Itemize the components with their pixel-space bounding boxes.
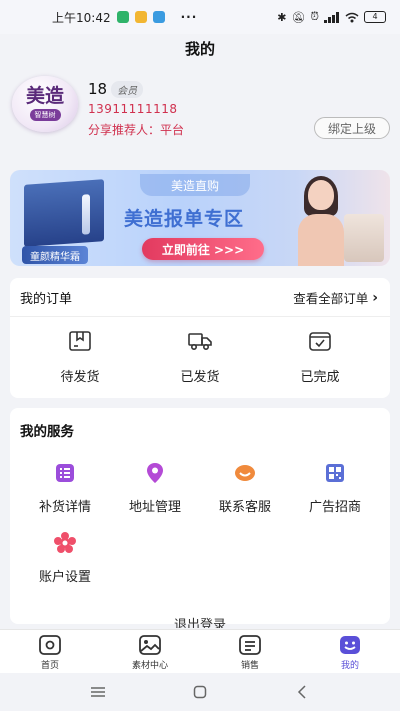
user-name-text: 18 xyxy=(88,80,108,98)
menu-icon[interactable] xyxy=(86,682,110,702)
promo-banner[interactable]: 美造直购 童颜精华霜 美造报单专区 立即前往 >>> xyxy=(10,170,390,266)
battery-icon: 4 xyxy=(364,11,386,23)
avatar[interactable]: 美造 智慧树 xyxy=(12,76,78,132)
user-name: 18 会员 xyxy=(88,80,144,98)
document-icon xyxy=(239,635,261,655)
avatar-logo-text: 美造 xyxy=(25,85,64,107)
smile-icon xyxy=(340,636,360,654)
service-ad-recruitment[interactable]: 广告招商 xyxy=(287,462,383,515)
page-title: 我的 xyxy=(184,40,215,58)
tab-sales[interactable]: 销售 xyxy=(200,630,300,673)
referrer-text: 分享推荐人：平台 xyxy=(88,123,185,137)
location-pin-icon xyxy=(144,462,166,484)
orders-header: 我的订单 查看全部订单 › xyxy=(20,288,378,308)
message-notification-icon xyxy=(134,11,147,23)
tab-home[interactable]: 首页 xyxy=(0,630,100,673)
tab-label: 我的 xyxy=(340,661,359,671)
model-image xyxy=(296,176,346,266)
service-label: 广告招商 xyxy=(308,500,361,515)
order-item-label: 已发货 xyxy=(180,370,220,385)
order-completed[interactable]: 已完成 xyxy=(265,330,375,385)
more-notifications-icon: ··· xyxy=(180,10,198,24)
banner-headline: 美造报单专区 xyxy=(124,208,245,230)
gift-box-image xyxy=(344,214,384,262)
banner-product-label: 童颜精华霜 xyxy=(22,246,88,264)
tab-label: 素材中心 xyxy=(131,661,168,671)
tab-mine[interactable]: 我的 xyxy=(300,630,400,673)
check-box-icon xyxy=(309,332,331,351)
services-card: 我的服务 补货详情 地址管理 联系客服 广告招商 账户设置 xyxy=(10,408,390,624)
banner-tag: 美造直购 xyxy=(140,174,250,196)
status-icons: ✱ 🔕︎ ⏰︎ 4 xyxy=(277,10,386,24)
view-all-orders-link[interactable]: 查看全部订单 › xyxy=(293,288,378,307)
tab-label: 销售 xyxy=(240,661,259,671)
service-label: 联系客服 xyxy=(218,500,271,515)
customer-service-icon xyxy=(234,462,256,484)
status-bar: 上午10:42 ··· ✱ 🔕︎ ⏰︎ 4 xyxy=(0,0,400,34)
home-square-icon[interactable] xyxy=(188,682,212,702)
image-icon xyxy=(139,635,161,655)
status-time: 上午10:42 xyxy=(52,10,111,25)
service-address-management[interactable]: 地址管理 xyxy=(107,462,203,515)
app-notification-icon xyxy=(152,11,165,23)
logout-button[interactable]: 退出登录 xyxy=(0,614,400,628)
signal-icon xyxy=(324,11,339,23)
divider xyxy=(10,316,390,317)
order-shipped[interactable]: 已发货 xyxy=(145,330,255,385)
order-pending-shipment[interactable]: 待发货 xyxy=(25,330,135,385)
service-account-settings[interactable]: 账户设置 xyxy=(17,532,113,585)
list-icon xyxy=(54,462,76,484)
wechat-notification-icon xyxy=(116,11,129,23)
service-label: 地址管理 xyxy=(128,500,181,515)
system-nav-bar xyxy=(0,673,400,711)
user-phone: 13911111118 xyxy=(88,102,178,116)
wifi-icon xyxy=(345,12,359,22)
qr-code-icon xyxy=(324,462,346,484)
back-icon[interactable] xyxy=(290,682,314,702)
bottom-tab-bar: 首页 素材中心 销售 我的 xyxy=(0,629,400,673)
settings-flower-icon xyxy=(54,532,76,554)
mute-icon: 🔕︎ xyxy=(291,10,306,24)
home-icon xyxy=(39,635,61,655)
product-box-image xyxy=(24,179,104,247)
orders-title: 我的订单 xyxy=(20,292,73,307)
avatar-logo-subtitle: 智慧树 xyxy=(29,109,61,121)
service-label: 账户设置 xyxy=(38,570,91,585)
tab-material-center[interactable]: 素材中心 xyxy=(100,630,200,673)
package-icon xyxy=(69,331,91,351)
view-all-orders-label: 查看全部订单 xyxy=(293,291,369,306)
order-item-label: 待发货 xyxy=(60,370,100,385)
service-label: 补货详情 xyxy=(38,500,91,515)
bind-superior-button[interactable]: 绑定上级 xyxy=(314,117,390,139)
alarm-icon: ⏰︎ xyxy=(310,10,319,23)
banner-go-now-button[interactable]: 立即前往 >>> xyxy=(142,238,264,260)
bluetooth-icon: ✱ xyxy=(277,10,287,24)
order-item-label: 已完成 xyxy=(300,370,340,385)
tab-label: 首页 xyxy=(40,661,59,671)
chevron-right-icon: › xyxy=(372,289,378,306)
services-title: 我的服务 xyxy=(20,424,74,440)
service-contact-support[interactable]: 联系客服 xyxy=(197,462,293,515)
member-badge: 会员 xyxy=(111,80,144,98)
truck-icon xyxy=(188,333,212,351)
orders-card: 我的订单 查看全部订单 › 待发货 已发货 已完成 xyxy=(10,278,390,398)
service-restock-details[interactable]: 补货详情 xyxy=(17,462,113,515)
